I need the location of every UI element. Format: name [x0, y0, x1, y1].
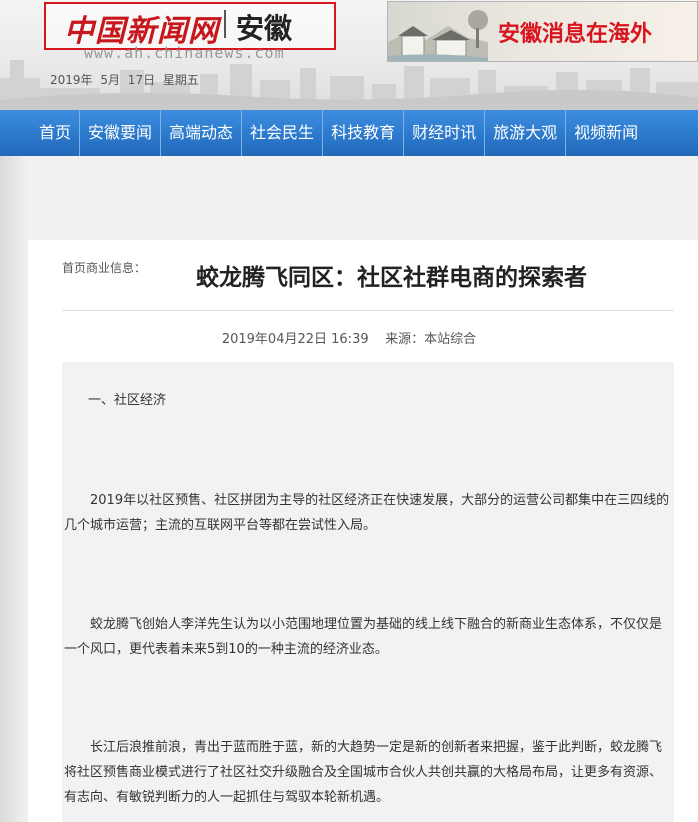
main-navigation: 首页 安徽要闻 高端动态 社会民生 科技教育 财经时讯 旅游大观 视频新闻: [0, 110, 698, 156]
article-paragraph: 2019年以社区预售、社区拼团为主导的社区经济正在快速发展，大部分的运营公司都集…: [64, 493, 670, 533]
nav-list: 首页 安徽要闻 高端动态 社会民生 科技教育 财经时讯 旅游大观 视频新闻: [0, 110, 698, 156]
site-url: www.ah.chinanews.com: [84, 44, 285, 62]
title-divider: [62, 310, 674, 311]
site-logo[interactable]: 中国新闻网 安徽: [44, 2, 336, 50]
nav-item-video[interactable]: 视频新闻: [565, 110, 646, 156]
nav-item-anhui-news[interactable]: 安徽要闻: [79, 110, 160, 156]
article-paragraph: 长江后浪推前浪，青出于蓝而胜于蓝，新的大趋势一定是新的创新者来把握，鉴于此判断，…: [64, 740, 663, 805]
nav-item-society[interactable]: 社会民生: [241, 110, 322, 156]
nav-item-travel[interactable]: 旅游大观: [484, 110, 565, 156]
site-header: 中国新闻网 安徽 www.ah.chinanews.com 2019年 5月 1…: [0, 0, 698, 110]
article-body: 一、社区经济 2019年以社区预售、社区拼团为主导的社区经济正在快速发展，大部分…: [62, 362, 674, 822]
article-meta: 2019年04月22日 16:39 来源：本站综合: [221, 332, 477, 347]
nav-item-highend[interactable]: 高端动态: [160, 110, 241, 156]
header-banner[interactable]: 安徽消息在海外: [387, 1, 698, 62]
logo-divider: [224, 10, 226, 38]
article-paragraph: 蛟龙腾飞创始人李洋先生认为以小范围地理位置为基础的线上线下融合的新商业生态体系，…: [64, 617, 663, 657]
nav-item-tech-edu[interactable]: 科技教育: [322, 110, 403, 156]
current-date: 2019年 5月 17日 星期五: [50, 73, 199, 87]
logo-region-text: 安徽: [236, 12, 293, 45]
breadcrumb[interactable]: 首页商业信息：: [62, 259, 146, 276]
article-paragraph: 一、社区经济: [88, 393, 167, 408]
left-shadow: [0, 156, 28, 822]
banner-slogan: 安徽消息在海外: [498, 22, 653, 47]
article-title: 蛟龙腾飞同区：社区社群电商的探索者: [196, 265, 587, 291]
nav-item-finance[interactable]: 财经时讯: [403, 110, 484, 156]
nav-item-home[interactable]: 首页: [0, 110, 79, 156]
